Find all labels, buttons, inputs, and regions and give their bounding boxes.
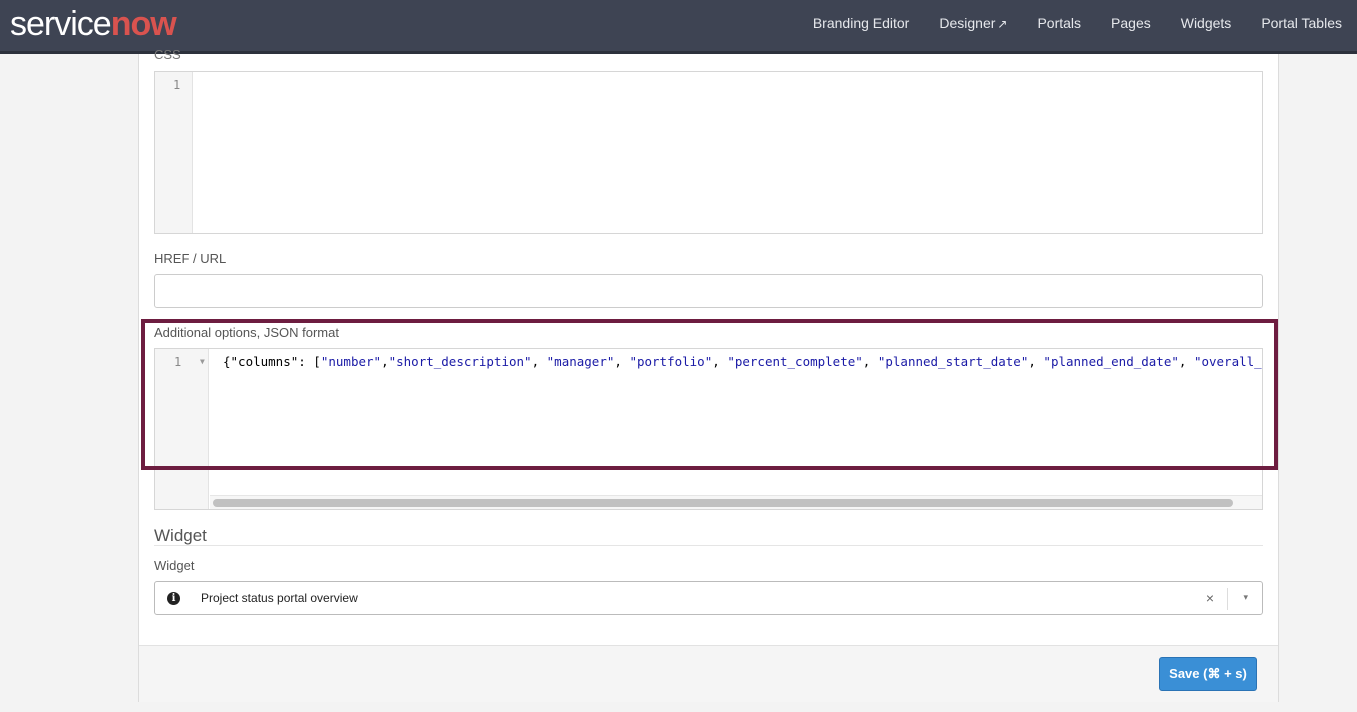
scrollbar-thumb[interactable] (213, 499, 1233, 507)
logo-now-text: now (110, 5, 177, 43)
href-label: HREF / URL (154, 251, 227, 266)
widget-field-label: Widget (154, 558, 195, 573)
chevron-down-icon[interactable]: ▾ (1243, 592, 1248, 603)
json-editor-gutter: 1 ▼ (155, 349, 209, 509)
nav-widgets[interactable]: Widgets (1166, 15, 1247, 31)
nav-portal-tables[interactable]: Portal Tables (1246, 15, 1357, 31)
code-token: {"columns": [ (223, 354, 321, 369)
instance-form-panel: CSS 1 HREF / URL Additional options, JSO… (138, 47, 1279, 702)
code-string: "number" (320, 354, 382, 369)
href-url-input[interactable] (154, 274, 1263, 308)
code-string: "manager" (546, 354, 615, 369)
code-string: "portfolio" (629, 354, 713, 369)
nav-designer-label: Designer (939, 15, 996, 31)
line-number: 1 (173, 78, 181, 92)
json-options-editor[interactable]: 1 ▼ {"columns": ["number","short_descrip… (154, 348, 1263, 510)
nav-branding-editor[interactable]: Branding Editor (798, 15, 925, 31)
widget-select[interactable]: i Project status portal overview × ▾ (154, 581, 1263, 615)
info-icon[interactable]: i (167, 592, 180, 605)
save-button[interactable]: Save (⌘ + s) (1159, 657, 1257, 691)
widget-selected-value: Project status portal overview (201, 591, 358, 605)
fold-arrow-icon[interactable]: ▼ (200, 357, 205, 366)
top-navigation-bar: servicenow Branding Editor Designer ↗ Por… (0, 0, 1357, 54)
code-string: "overall_status (1193, 354, 1262, 369)
clear-icon[interactable]: × (1206, 590, 1214, 606)
form-footer: Save (⌘ + s) (139, 645, 1278, 702)
css-code-editor[interactable]: 1 (154, 71, 1263, 234)
horizontal-scrollbar[interactable] (210, 495, 1262, 509)
logo-service-text: service (10, 5, 112, 43)
widget-section-title: Widget (154, 526, 207, 545)
css-editor-gutter: 1 (155, 72, 193, 233)
select-divider (1227, 588, 1228, 610)
code-string: "planned_end_date" (1043, 354, 1179, 369)
page-scrollbar[interactable] (1350, 54, 1357, 712)
code-string: "percent_complete" (727, 354, 863, 369)
line-number: 1 (174, 355, 182, 369)
section-divider (154, 545, 1263, 546)
nav-menu: Branding Editor Designer ↗ Portals Pages … (798, 0, 1357, 46)
css-label: CSS (154, 47, 181, 62)
nav-portals[interactable]: Portals (1022, 15, 1096, 31)
external-link-icon: ↗ (997, 17, 1008, 31)
servicenow-logo[interactable]: servicenow (10, 5, 177, 43)
json-code-line: {"columns": ["number","short_description… (223, 354, 1262, 369)
nav-pages[interactable]: Pages (1096, 15, 1166, 31)
code-string: "short_description" (388, 354, 532, 369)
code-string: "planned_start_date" (877, 354, 1029, 369)
additional-options-label: Additional options, JSON format (154, 325, 339, 340)
nav-designer[interactable]: Designer ↗ (924, 15, 1022, 31)
